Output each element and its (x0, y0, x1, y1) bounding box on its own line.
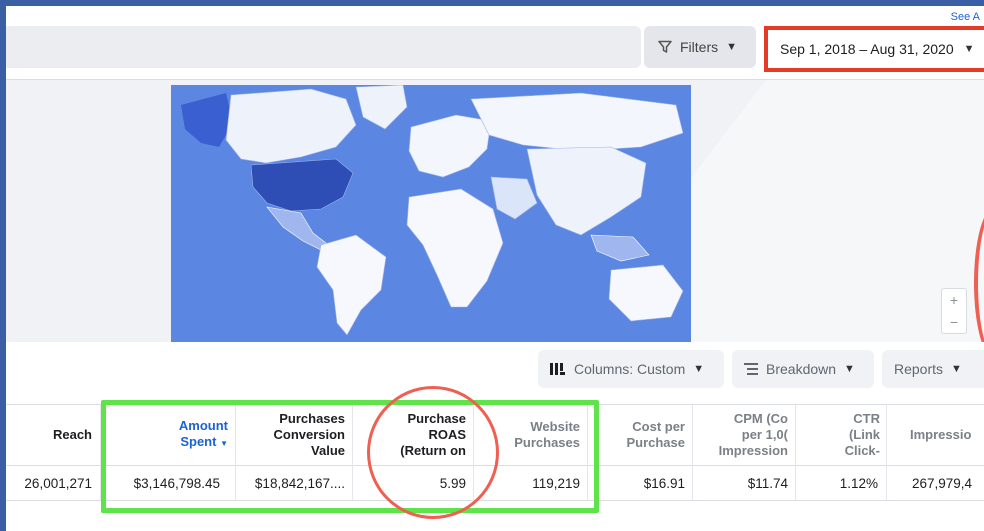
cell-purchase-roas: 5.99 (439, 476, 466, 491)
chevron-down-icon: ▼ (951, 363, 962, 375)
zoom-in-button[interactable]: + (950, 292, 958, 308)
map-zoom-controls: + − (941, 288, 967, 334)
breakdown-label: Breakdown (766, 361, 837, 377)
search-filter-bar[interactable] (6, 26, 641, 68)
funnel-icon (658, 40, 672, 53)
zoom-out-button[interactable]: − (950, 314, 958, 330)
column-header-website-purchases[interactable]: Website Purchases (478, 408, 580, 462)
chevron-down-icon: ▼ (963, 43, 975, 55)
column-divider (795, 404, 796, 500)
column-header-amount-spent[interactable]: Amount Spent ▼ (106, 408, 228, 462)
filters-label: Filters (680, 39, 719, 55)
cell-cpm: $11.74 (747, 476, 788, 491)
table-border (6, 404, 984, 405)
column-divider (692, 404, 693, 500)
column-header-cost-per-purchase[interactable]: Cost per Purchase (596, 408, 685, 462)
date-range-label: Sep 1, 2018 – Aug 31, 2020 (780, 41, 954, 57)
column-header-cpm[interactable]: CPM (Co per 1,0( Impression (700, 408, 788, 462)
column-header-ctr[interactable]: CTR (Link Click- (802, 408, 880, 462)
cell-website-purchases: 119,219 (532, 476, 580, 491)
column-header-impressions[interactable]: Impressio (890, 408, 984, 462)
column-divider (100, 404, 101, 500)
column-header-purchase-roas[interactable]: Purchase ROAS (Return on (358, 408, 466, 462)
cell-cost-per-purchase: $16.91 (643, 476, 685, 491)
columns-icon (550, 363, 565, 375)
columns-label: Columns: Custom (574, 361, 686, 377)
map-panel: + − (6, 80, 984, 342)
chevron-down-icon: ▼ (693, 363, 705, 375)
world-map[interactable] (171, 85, 691, 342)
chevron-down-icon: ▼ (844, 363, 855, 375)
cell-amount-spent: $3,146,798.45 (133, 476, 220, 491)
date-range-picker[interactable]: Sep 1, 2018 – Aug 31, 2020 ▼ (764, 26, 984, 72)
column-header-purchases-conversion-value[interactable]: Purchases Conversion Value (240, 408, 345, 462)
breakdown-button[interactable]: Breakdown ▼ (732, 350, 874, 388)
sort-descending-icon: ▼ (220, 439, 228, 448)
cell-purchases-conversion-value: $18,842,167.... (254, 476, 345, 491)
reports-label: Reports (894, 361, 944, 377)
ads-reporting-page: See A Filters ▼ Sep 1, 2018 – Aug 31, 20… (6, 6, 984, 531)
column-divider (587, 404, 588, 500)
reports-button[interactable]: Reports ▼ (882, 350, 984, 388)
see-all-link[interactable]: See A (951, 11, 980, 23)
column-divider (352, 404, 353, 500)
chevron-down-icon: ▼ (726, 41, 738, 53)
cell-reach: 26,001,271 (24, 476, 92, 491)
columns-button[interactable]: Columns: Custom ▼ (538, 350, 724, 388)
breakdown-icon (744, 363, 758, 375)
cell-impressions: 267,979,4 (912, 476, 973, 491)
column-divider (473, 404, 474, 500)
table-border (6, 500, 984, 501)
column-divider (235, 404, 236, 500)
column-header-reach[interactable]: Reach (6, 408, 92, 462)
cell-ctr: 1.12% (839, 476, 878, 491)
column-divider (886, 404, 887, 500)
filters-button[interactable]: Filters ▼ (644, 26, 756, 68)
table-border (6, 465, 984, 466)
